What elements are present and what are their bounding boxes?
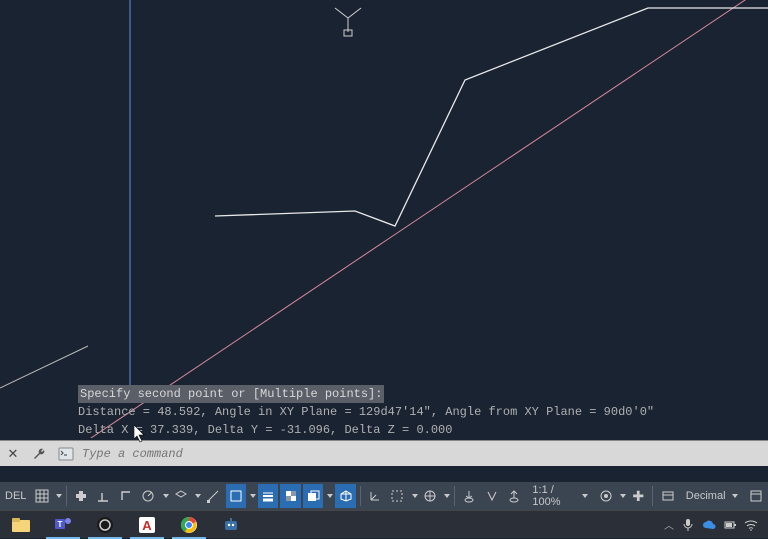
taskbar-file-explorer[interactable] xyxy=(0,511,42,539)
chevron-down-icon[interactable] xyxy=(250,494,256,498)
3d-object-snap-button[interactable] xyxy=(335,484,355,508)
taskbar-autocad[interactable]: A xyxy=(126,511,168,539)
distance-line: Distance = 48.592, Angle in XY Plane = 1… xyxy=(78,405,654,419)
command-input[interactable] xyxy=(76,447,768,461)
annotation-scale-menu[interactable]: 1:1 / 100% xyxy=(526,484,593,508)
command-output: Specify second point or [Multiple points… xyxy=(78,385,758,439)
object-snap-tracking-button[interactable] xyxy=(203,484,223,508)
units-button[interactable] xyxy=(657,484,677,508)
ortho-mode-button[interactable] xyxy=(116,484,136,508)
svg-text:A: A xyxy=(142,518,152,533)
snap-mode-button[interactable] xyxy=(71,484,91,508)
system-tray[interactable]: ︿ xyxy=(664,517,768,532)
close-commandline-button[interactable]: ✕ xyxy=(4,445,22,463)
autoscale-button[interactable] xyxy=(481,484,501,508)
chevron-down-icon[interactable] xyxy=(195,494,201,498)
taskbar-chrome[interactable] xyxy=(168,511,210,539)
selection-cycling-button[interactable] xyxy=(303,484,323,508)
chevron-down-icon[interactable] xyxy=(163,494,169,498)
gap-strip xyxy=(0,466,768,482)
dynamic-ucs-button[interactable] xyxy=(365,484,385,508)
prompt-line: Specify second point or [Multiple points… xyxy=(78,385,384,403)
windows-taskbar: T A ︿ xyxy=(0,510,768,538)
taskbar-teams[interactable]: T xyxy=(42,511,84,539)
tray-mic-icon[interactable] xyxy=(682,518,694,532)
annotation-visibility-button[interactable] xyxy=(459,484,479,508)
tray-chevron-icon[interactable]: ︿ xyxy=(664,517,674,532)
units-menu[interactable]: Decimal xyxy=(680,484,744,508)
gizmo-button[interactable] xyxy=(420,484,440,508)
annotation-monitor-button[interactable]: ✚ xyxy=(628,484,648,508)
svg-text:T: T xyxy=(58,520,63,529)
annotation-scale-button[interactable] xyxy=(504,484,524,508)
object-snap-button[interactable] xyxy=(226,484,246,508)
chevron-down-icon[interactable] xyxy=(56,494,62,498)
isometric-drafting-button[interactable] xyxy=(171,484,191,508)
command-prompt-icon xyxy=(56,444,76,464)
chevron-down-icon[interactable] xyxy=(412,494,418,498)
lineweight-button[interactable] xyxy=(258,484,278,508)
tray-wifi-icon[interactable] xyxy=(744,519,758,531)
taskbar-robot-app[interactable] xyxy=(210,511,252,539)
infer-constraints-button[interactable] xyxy=(93,484,113,508)
grid-display-button[interactable] xyxy=(31,484,51,508)
selection-filtering-button[interactable] xyxy=(387,484,407,508)
chevron-down-icon[interactable] xyxy=(327,494,333,498)
transparency-button[interactable] xyxy=(280,484,300,508)
tray-cloud-icon[interactable] xyxy=(702,519,716,531)
customize-commandline-button[interactable] xyxy=(30,445,48,463)
tray-battery-icon[interactable] xyxy=(724,518,736,532)
taskbar-obs[interactable] xyxy=(84,511,126,539)
workspace-switching-button[interactable] xyxy=(596,484,616,508)
quick-properties-button[interactable] xyxy=(746,484,766,508)
model-tab-label[interactable]: DEL xyxy=(2,490,29,502)
command-bar: ✕ xyxy=(0,440,768,466)
chevron-down-icon[interactable] xyxy=(444,494,450,498)
status-bar: DEL 1:1 / 100% ✚ Decimal xyxy=(0,482,768,510)
polar-tracking-button[interactable] xyxy=(138,484,158,508)
drawing-canvas[interactable] xyxy=(0,0,768,438)
delta-line: Delta X = 37.339, Delta Y = -31.096, Del… xyxy=(78,423,452,437)
chevron-down-icon[interactable] xyxy=(620,494,626,498)
